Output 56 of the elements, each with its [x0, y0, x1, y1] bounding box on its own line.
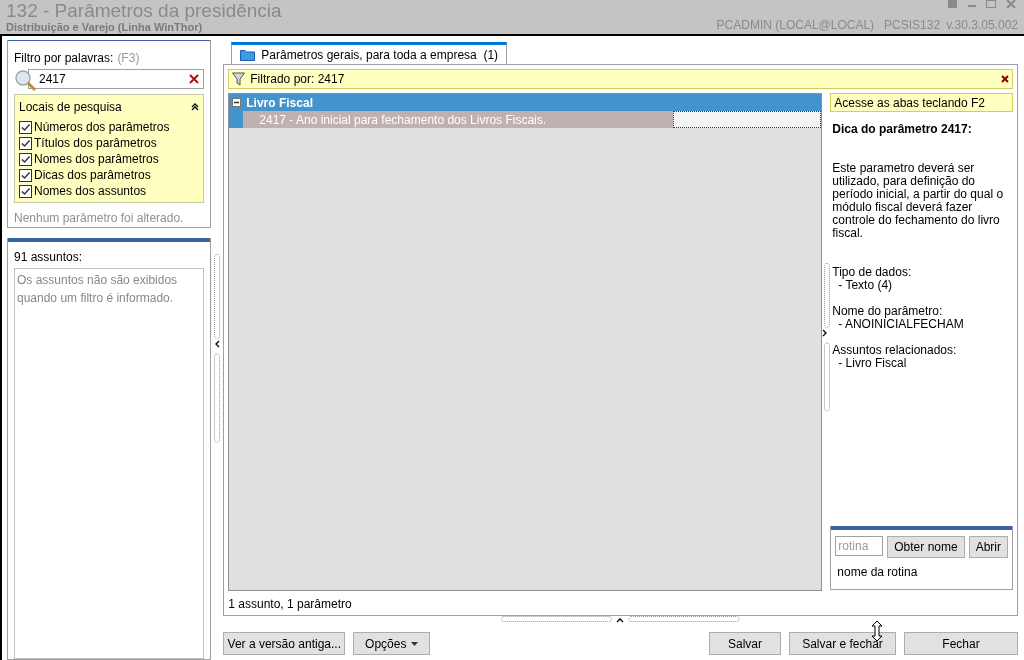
subjects-count: 91 assuntos:	[14, 249, 84, 266]
action-button[interactable]: Fechar	[904, 632, 1018, 655]
checkbox-label: Nomes dos assuntos	[34, 183, 147, 200]
folder-icon	[240, 49, 256, 61]
section-heading: Assuntos relacionados:	[832, 344, 958, 357]
clear-filter-icon[interactable]	[1001, 75, 1009, 83]
checkbox[interactable]	[19, 168, 32, 182]
section-value: - Livro Fiscal	[837, 357, 908, 370]
checkbox[interactable]	[19, 152, 32, 166]
collapse-chevron-icon[interactable]	[191, 103, 200, 111]
action-button[interactable]: Opções	[353, 632, 431, 655]
checkbox-label: Dicas dos parâmetros	[34, 167, 151, 184]
collapse-bottom-handle-icon[interactable]	[500, 616, 741, 624]
module-label: PCSIS132	[884, 17, 941, 34]
help-description: Este parametro deverá ser utilizado, para definição do período inicial, a partir do qual o módulo fiscal deverá fazer controle do fechamento do livro fiscal.	[832, 162, 1005, 240]
checkbox[interactable]	[19, 120, 32, 134]
checkbox[interactable]	[19, 184, 32, 198]
window-subtitle: Distribuição e Varejo (Linha WinThor)	[6, 21, 204, 33]
hint-text: Acesse as abas teclando F2	[834, 94, 986, 112]
action-button[interactable]: Salvar	[709, 632, 781, 655]
user-label: PCADMIN (LOCAL@LOCAL)	[716, 17, 875, 34]
collapse-handle-icon[interactable]	[213, 254, 222, 444]
empty-message: Os assuntos não são exibidos quando um filtro é informado.	[17, 272, 179, 307]
shortcut-hint: (F3)	[117, 50, 140, 67]
tab[interactable]: Parâmetros gerais, para toda a empresa (1)	[231, 42, 508, 65]
dropdown-caret-icon	[411, 641, 419, 646]
checkbox-label: Nomes dos parâmetros	[34, 151, 159, 168]
checkbox[interactable]	[19, 136, 32, 150]
section-title: Locais de pesquisa	[19, 99, 122, 116]
collapse-icon[interactable]	[232, 98, 242, 107]
help-title: Dica do parâmetro 2417:	[832, 121, 973, 138]
expand-handle-icon[interactable]	[822, 263, 831, 413]
routine-button[interactable]: Abrir	[968, 536, 1008, 558]
routine-name: nome da rotina	[836, 564, 919, 581]
subjects-list[interactable]: Os assuntos não são exibidos quando um filtro é informado.	[14, 268, 205, 659]
filter-label: Filtro por palavras:	[14, 50, 114, 67]
filter-text: Filtrado por: 2417	[250, 71, 346, 88]
magnifier-icon	[14, 69, 38, 93]
checkbox-label: Números dos parâmetros	[34, 119, 170, 136]
checkbox-label: Títulos dos parâmetros	[34, 135, 157, 152]
value-cell[interactable]	[673, 111, 822, 128]
status-text: Nenhum parâmetro foi alterado.	[14, 210, 185, 227]
routine-button[interactable]: Obter nome	[887, 536, 965, 558]
clear-icon[interactable]	[189, 74, 200, 84]
routine-field[interactable]: rotina	[835, 536, 884, 556]
search-field[interactable]: 2417	[28, 69, 205, 89]
funnel-icon	[232, 72, 246, 86]
action-button[interactable]: Salvar e fechar	[789, 632, 896, 655]
section-value: - ANOINICIALFECHAM	[837, 318, 965, 331]
section-value: - Texto (4)	[838, 279, 894, 292]
window-title: 132 - Parâmetros da presidência	[6, 0, 282, 21]
summary-text: 1 assunto, 1 parâmetro	[228, 596, 353, 613]
version-label: v.30.3.05.002	[946, 17, 1018, 34]
section-heading: Nome do parâmetro:	[832, 305, 944, 318]
action-button[interactable]: Ver a versão antiga...	[223, 632, 346, 655]
section-heading: Tipo de dados:	[832, 266, 913, 279]
